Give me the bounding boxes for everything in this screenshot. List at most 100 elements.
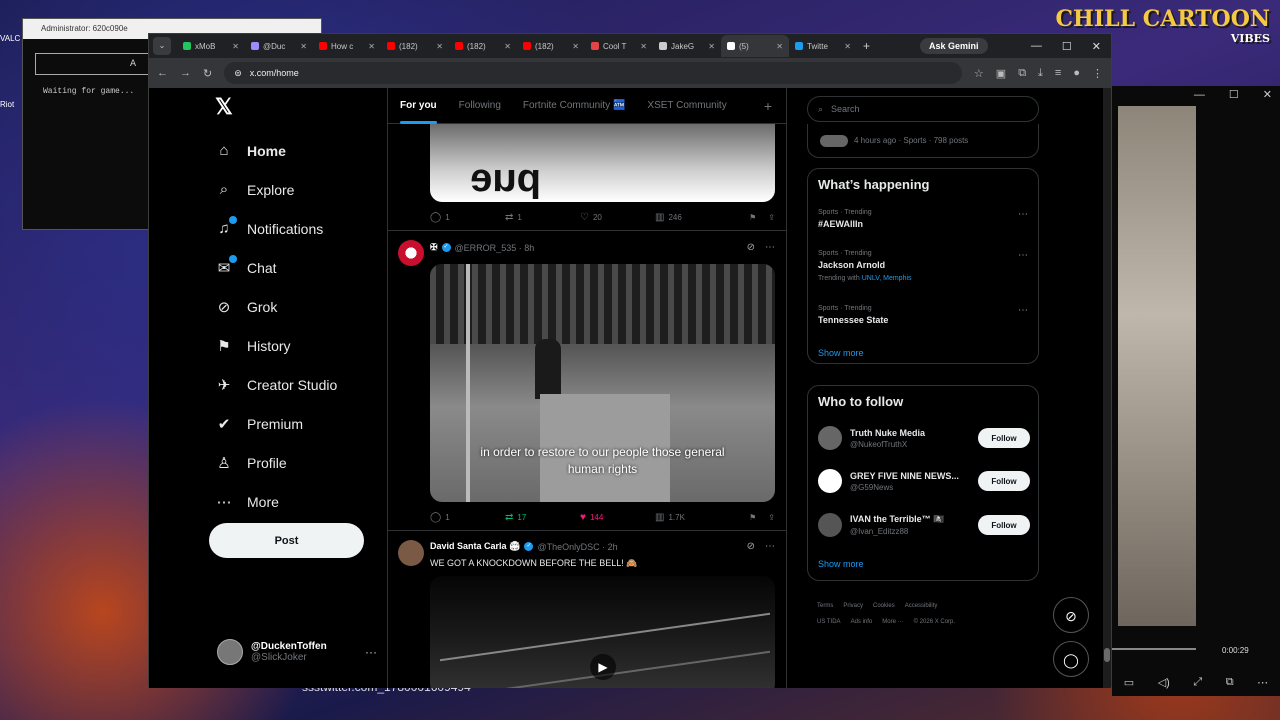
nav-item-history[interactable]: ⚑ History — [215, 337, 290, 355]
tab-close-icon[interactable]: ✕ — [232, 42, 239, 51]
nav-item-profile[interactable]: ♙ Profile — [215, 454, 286, 472]
bookmark-icon[interactable]: ⚑ — [749, 513, 756, 522]
post2-name[interactable]: ✠ — [430, 242, 438, 253]
profile-avatar-icon[interactable]: ● — [1073, 67, 1080, 79]
tab-close-icon[interactable]: ✕ — [504, 42, 511, 51]
show-more-link[interactable]: Show more — [818, 559, 864, 569]
footer-link[interactable]: More ··· — [882, 619, 903, 625]
browser-tab[interactable]: JakeG ✕ — [653, 35, 721, 57]
nav-item-explore[interactable]: ⌕ Explore — [215, 181, 295, 198]
grok-icon[interactable]: ⊘ — [747, 242, 755, 253]
footer-link[interactable]: US TIDA — [817, 619, 841, 625]
chat-fab-icon[interactable]: ◯ — [1053, 641, 1089, 677]
retweet-button[interactable]: ⇄ 17 — [505, 512, 580, 523]
post2-handle[interactable]: @ERROR_535 · 8h — [455, 243, 535, 253]
like-button[interactable]: ♥ 144 — [580, 512, 655, 523]
share-icon[interactable]: ⇪ — [768, 213, 775, 222]
browser-tab[interactable]: (182) ✕ — [517, 35, 585, 57]
tab-following[interactable]: Following — [459, 100, 501, 111]
tab-close-icon[interactable]: ✕ — [572, 42, 579, 51]
tab-close-icon[interactable]: ✕ — [776, 42, 783, 51]
grok-icon[interactable]: ⊘ — [747, 541, 755, 552]
like-button[interactable]: ♡ 20 — [580, 212, 655, 223]
browser-tab[interactable]: Twitte ✕ — [789, 35, 857, 57]
grok-fab-icon[interactable]: ⊘ — [1053, 597, 1089, 633]
extensions-puzzle-icon[interactable]: ⧉ — [1018, 67, 1026, 80]
play-icon[interactable]: ▶ — [590, 654, 616, 680]
post3-media[interactable]: ▶ — [430, 576, 775, 688]
tab-close-icon[interactable]: ✕ — [640, 42, 647, 51]
views-button[interactable]: ▥ 246 — [655, 212, 730, 223]
back-icon[interactable]: ← — [157, 67, 168, 79]
post2-media[interactable]: in order to restore to our people those … — [430, 264, 775, 502]
ask-gemini-button[interactable]: Ask Gemini — [920, 38, 988, 54]
media-icon[interactable]: ≡ — [1055, 67, 1061, 79]
browser-tab[interactable]: @Duc ✕ — [245, 35, 313, 57]
tab-xset-community[interactable]: XSET Community — [647, 100, 726, 111]
follow-suggestion[interactable]: IVAN the Terrible™ 🏴‍☠️ @Ivan_Editzz88 Fol… — [818, 513, 1030, 537]
browser-tab[interactable]: How c ✕ — [313, 35, 381, 57]
tab-fortnite-community[interactable]: Fortnite Community 🏧 — [523, 100, 625, 111]
tab-close-icon[interactable]: ✕ — [300, 42, 307, 51]
nav-item-premium[interactable]: ✔ Premium — [215, 415, 303, 433]
window-controls[interactable]: — ☐ ✕ — [1031, 40, 1111, 53]
trend-item[interactable]: Sports · Trending Jackson Arnold Trending… — [818, 250, 1030, 282]
nav-item-creator-studio[interactable]: ✈ Creator Studio — [215, 376, 338, 394]
follow-button[interactable]: Follow — [978, 515, 1030, 535]
footer-link[interactable]: Cookies — [873, 603, 895, 609]
post-button[interactable]: Post — [209, 523, 364, 558]
post3-handle[interactable]: @TheOnlyDSC · 2h — [537, 542, 617, 552]
download-icon[interactable]: ⤓ — [1038, 67, 1043, 80]
tab-for-you[interactable]: For you — [400, 100, 437, 124]
footer-link[interactable]: Ads info — [851, 619, 873, 625]
share-icon[interactable]: ⇪ — [768, 513, 775, 522]
tab-close-icon[interactable]: ✕ — [708, 42, 715, 51]
trend-item[interactable]: Sports · Trending #AEWAllIn ⋯ — [818, 209, 1030, 229]
browser-tab[interactable]: (182) ✕ — [449, 35, 517, 57]
follow-button[interactable]: Follow — [978, 428, 1030, 448]
video-controls[interactable]: ▭ ◁) ⤢ ⧉ ⋯ — [1112, 676, 1280, 689]
post-more-icon[interactable]: ⋯ — [765, 242, 775, 253]
video-seek-bar[interactable] — [1112, 648, 1196, 650]
bookmark-icon[interactable]: ⚑ — [749, 213, 756, 222]
chrome-browser-window[interactable]: ⌄ xMoB ✕ @Duc ✕ How c ✕ (182) ✕ (182) ✕ (182) ✕ Cool… — [148, 33, 1112, 688]
menu-kebab-icon[interactable]: ⋮ — [1092, 67, 1103, 80]
new-tab-button[interactable]: + — [863, 39, 870, 53]
nav-item-grok[interactable]: ⊘ Grok — [215, 298, 278, 316]
extension-icon[interactable]: ▣ — [996, 67, 1006, 80]
video-player-window[interactable]: — ☐ ✕ 0:00:29 ▭ ◁) ⤢ ⧉ ⋯ — [1112, 86, 1280, 696]
post3-name[interactable]: David Santa Carla 🏟 — [430, 541, 520, 552]
forward-icon[interactable]: → — [180, 67, 191, 79]
browser-tab[interactable]: (5) ✕ — [721, 35, 789, 57]
x-logo-icon[interactable]: 𝕏 — [215, 94, 233, 120]
tab-close-icon[interactable]: ✕ — [436, 42, 443, 51]
nav-item-more[interactable]: ⋯ More — [215, 493, 279, 511]
scrollbar-thumb[interactable] — [1104, 648, 1110, 662]
post2-avatar[interactable] — [398, 240, 424, 266]
tab-search-icon[interactable]: ⌄ — [153, 37, 171, 55]
nav-item-notifications[interactable]: ♫ Notifications — [215, 216, 323, 237]
add-tab-icon[interactable]: + — [764, 98, 772, 114]
reload-icon[interactable]: ↻ — [203, 67, 212, 80]
browser-tab[interactable]: xMoB ✕ — [177, 35, 245, 57]
views-button[interactable]: ▥ 1.7K — [655, 512, 730, 523]
url-bar[interactable]: ⊜ x.com/home — [224, 62, 962, 84]
footer-link[interactable]: Terms — [817, 603, 833, 609]
footer-link[interactable]: Privacy — [843, 603, 863, 609]
follow-suggestion[interactable]: Truth Nuke Media @NukeofTruthX Follow — [818, 426, 1030, 450]
nav-item-chat[interactable]: ✉ Chat — [215, 255, 277, 277]
video-window-controls[interactable]: — ☐ ✕ — [1112, 86, 1280, 106]
retweet-button[interactable]: ⇄ 1 — [505, 212, 580, 223]
post-more-icon[interactable]: ⋯ — [765, 541, 775, 552]
post3-avatar[interactable] — [398, 540, 424, 566]
page-scrollbar[interactable] — [1103, 88, 1111, 688]
account-switcher[interactable]: @DuckenToffen @SlickJoker ··· — [217, 639, 377, 665]
show-more-link[interactable]: Show more — [818, 348, 864, 358]
trending-snippet[interactable]: 4 hours ago · Sports · 798 posts — [807, 124, 1039, 158]
trend-more-icon[interactable]: ⋯ — [1018, 305, 1028, 316]
trend-more-icon[interactable]: ⋯ — [1018, 209, 1028, 220]
desktop-icon-riot[interactable]: Riot — [0, 100, 22, 109]
reply-button[interactable]: ◯ 1 — [430, 212, 505, 223]
browser-tab[interactable]: Cool T ✕ — [585, 35, 653, 57]
tab-close-icon[interactable]: ✕ — [368, 42, 375, 51]
